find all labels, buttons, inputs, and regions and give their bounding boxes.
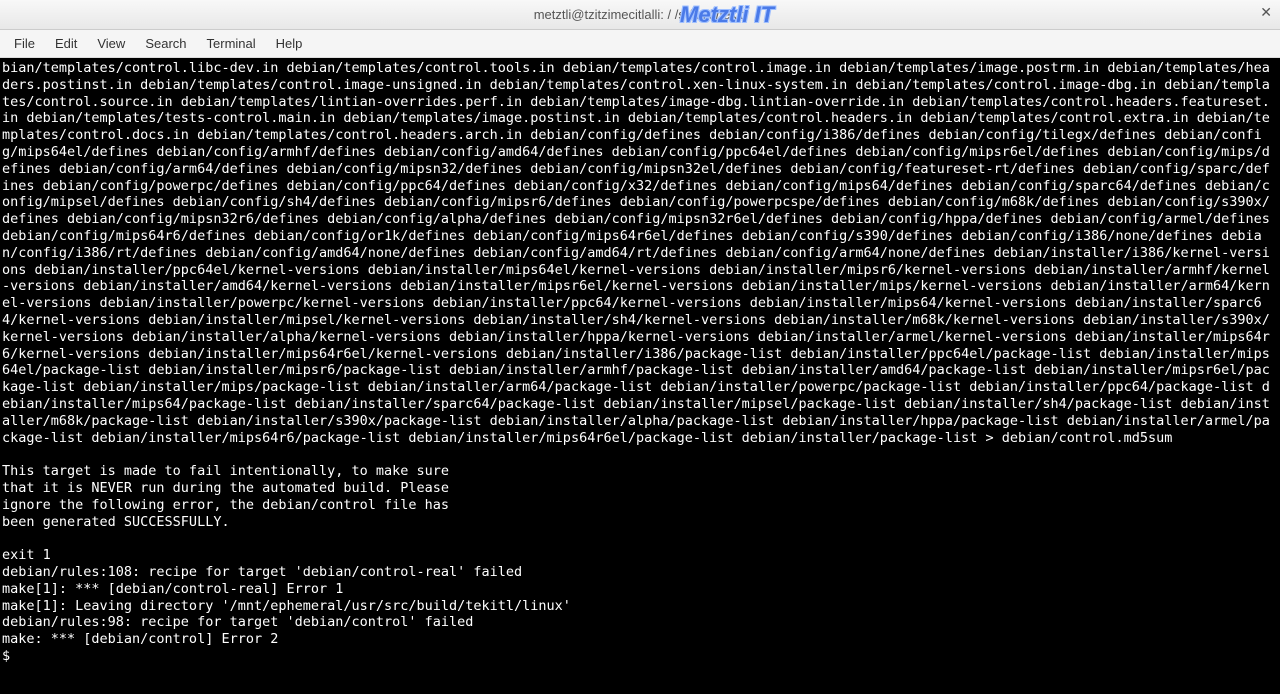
menu-edit[interactable]: Edit bbox=[45, 32, 87, 55]
titlebar[interactable]: metztli@tzitzimecitlalli: / /s / uild/te… bbox=[0, 0, 1280, 30]
terminal-window: metztli@tzitzimecitlalli: / /s / uild/te… bbox=[0, 0, 1280, 694]
close-icon[interactable]: ✕ bbox=[1260, 4, 1272, 21]
menu-file[interactable]: File bbox=[4, 32, 45, 55]
menubar: File Edit View Search Terminal Help bbox=[0, 30, 1280, 58]
terminal-output[interactable]: bian/templates/control.libc-dev.in debia… bbox=[0, 58, 1280, 694]
menu-help[interactable]: Help bbox=[266, 32, 313, 55]
menu-terminal[interactable]: Terminal bbox=[197, 32, 266, 55]
window-title: metztli@tzitzimecitlalli: / /s / uild/te… bbox=[534, 7, 747, 22]
menu-search[interactable]: Search bbox=[135, 32, 196, 55]
menu-view[interactable]: View bbox=[87, 32, 135, 55]
